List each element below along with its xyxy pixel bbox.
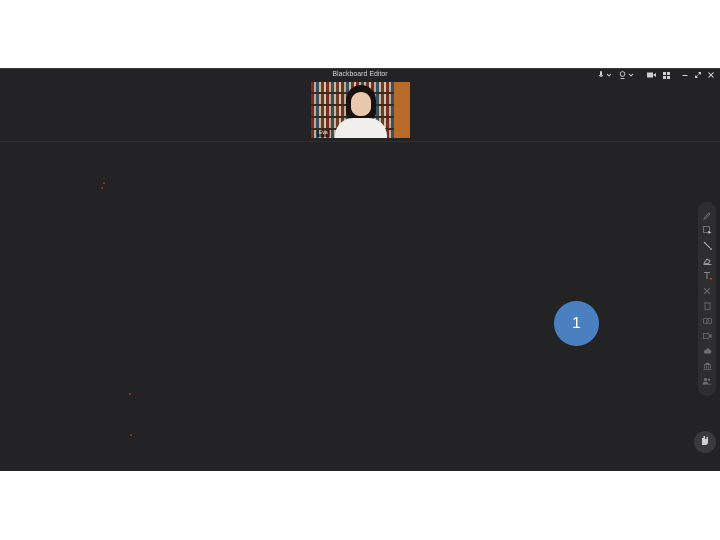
eraser-tool[interactable] — [700, 253, 714, 268]
participant-body — [335, 118, 387, 138]
participant-name: Eva — [317, 130, 330, 137]
text-tool[interactable] — [700, 268, 714, 283]
delete-icon — [703, 302, 711, 310]
pen-icon — [703, 211, 711, 220]
microphone-icon — [598, 71, 604, 79]
participant-video[interactable]: Eva — [311, 82, 410, 138]
participant-face — [351, 92, 371, 116]
restore-icon — [695, 72, 701, 78]
line-tool[interactable] — [700, 238, 714, 253]
video-icon — [702, 332, 712, 339]
participants-icon — [702, 377, 712, 385]
webcam-menu[interactable] — [619, 70, 634, 80]
drawing-toolbar — [698, 202, 716, 396]
participants-tool[interactable] — [700, 373, 714, 388]
ink-dot — [129, 393, 131, 395]
webcam-icon — [619, 71, 626, 79]
bank-icon — [703, 362, 712, 370]
select-tool[interactable] — [700, 223, 714, 238]
chevron-down-icon — [628, 73, 634, 77]
camera-icon — [702, 317, 712, 324]
bank-tool[interactable] — [700, 358, 714, 373]
blackboard-window: Blackboard Editor Eva — [0, 68, 720, 471]
window-title: Blackboard Editor — [332, 71, 388, 78]
video-tool[interactable] — [700, 328, 714, 343]
video-strip: Eva — [0, 81, 720, 142]
eraser-icon — [702, 257, 712, 265]
camera-tool[interactable] — [700, 313, 714, 328]
microphone-menu[interactable] — [598, 70, 612, 80]
minimize-button[interactable] — [682, 70, 688, 80]
restore-button[interactable] — [695, 70, 701, 80]
select-icon — [702, 226, 712, 235]
close-icon — [708, 72, 714, 78]
title-bar: Blackboard Editor — [0, 69, 720, 81]
door — [394, 82, 410, 138]
delete-tool[interactable] — [700, 298, 714, 313]
cloud-icon — [703, 347, 712, 354]
text-icon — [703, 271, 712, 280]
raise-hand-button[interactable] — [694, 431, 716, 453]
layout-button[interactable] — [663, 70, 670, 80]
ink-dot — [130, 434, 132, 436]
ink-dot — [103, 182, 105, 184]
minimize-icon — [682, 72, 688, 78]
step-badge: 1 — [554, 301, 599, 346]
video-camera-button[interactable] — [647, 70, 656, 80]
clear-icon — [703, 287, 711, 295]
cloud-tool[interactable] — [700, 343, 714, 358]
close-button[interactable] — [708, 70, 714, 80]
raise-hand-icon — [700, 433, 710, 451]
ink-dot — [101, 187, 103, 189]
line-icon — [703, 241, 712, 250]
clear-tool[interactable] — [700, 283, 714, 298]
grid-layout-icon — [663, 71, 670, 79]
chevron-down-icon — [606, 73, 612, 77]
pen-tool[interactable] — [700, 208, 714, 223]
whiteboard-canvas[interactable] — [0, 142, 720, 472]
video-camera-icon — [647, 72, 656, 78]
